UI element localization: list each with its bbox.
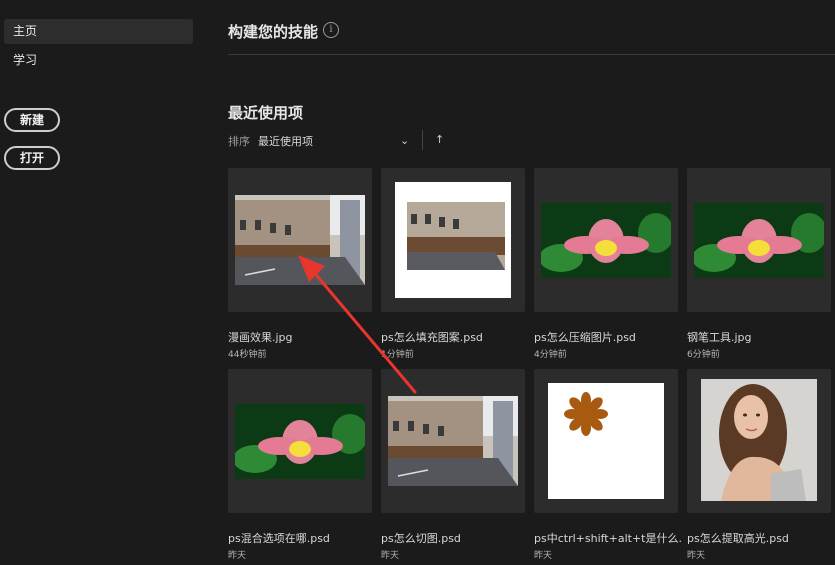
main-content: 构建您的技能 i 最近使用项 排序 最近使用项 ⌄ ↑ 漫画效果.jpg 44秒… xyxy=(200,0,835,565)
info-icon[interactable]: i xyxy=(323,22,339,38)
sort-dropdown[interactable]: 最近使用项 xyxy=(258,133,313,149)
flower-shape-icon xyxy=(548,383,664,499)
divider xyxy=(228,54,835,55)
sort-label: 排序 xyxy=(228,135,250,148)
new-button[interactable]: 新建 xyxy=(4,108,60,132)
thumbnail[interactable] xyxy=(381,168,525,312)
file-name[interactable]: ps怎么压缩图片.psd xyxy=(534,329,636,345)
thumbnail[interactable] xyxy=(687,369,831,513)
sidebar-item-home[interactable]: 主页 xyxy=(4,19,193,44)
file-time: 昨天 xyxy=(687,551,706,561)
file-name[interactable]: ps中ctrl+shift+alt+t是什么... xyxy=(534,530,682,546)
file-time: 44秒钟前 xyxy=(228,350,267,360)
lotus-icon xyxy=(541,203,671,278)
file-name[interactable]: ps怎么切图.psd xyxy=(381,530,461,546)
street-icon xyxy=(388,396,518,486)
sort-direction-icon[interactable]: ↑ xyxy=(435,133,444,146)
thumbnail[interactable] xyxy=(687,168,831,312)
file-name[interactable]: 钢笔工具.jpg xyxy=(687,329,752,345)
file-name[interactable]: ps混合选项在哪.psd xyxy=(228,530,330,546)
file-time: 1分钟前 xyxy=(381,350,414,360)
street-icon xyxy=(235,195,365,285)
sidebar: 主页 学习 新建 打开 xyxy=(0,0,200,565)
file-time: 昨天 xyxy=(534,551,553,561)
open-button[interactable]: 打开 xyxy=(4,146,60,170)
thumbnail[interactable] xyxy=(534,168,678,312)
portrait-icon xyxy=(701,379,817,501)
thumbnail[interactable] xyxy=(228,168,372,312)
file-time: 4分钟前 xyxy=(534,350,567,360)
lotus-icon xyxy=(235,404,365,479)
recent-title: 最近使用项 xyxy=(228,104,304,122)
sort-separator xyxy=(422,130,423,150)
file-time: 昨天 xyxy=(228,551,247,561)
file-time: 6分钟前 xyxy=(687,350,720,360)
file-name[interactable]: ps怎么提取高光.psd xyxy=(687,530,789,546)
thumbnail[interactable] xyxy=(381,369,525,513)
file-name[interactable]: ps怎么填充图案.psd xyxy=(381,329,483,345)
chevron-down-icon[interactable]: ⌄ xyxy=(400,134,409,147)
sidebar-item-learn[interactable]: 学习 xyxy=(4,48,193,73)
lotus-icon xyxy=(694,203,824,278)
street-framed-icon xyxy=(395,182,511,298)
thumbnail[interactable] xyxy=(534,369,678,513)
file-name[interactable]: 漫画效果.jpg xyxy=(228,329,293,345)
skills-title: 构建您的技能 xyxy=(228,23,319,41)
file-time: 昨天 xyxy=(381,551,400,561)
thumbnail[interactable] xyxy=(228,369,372,513)
